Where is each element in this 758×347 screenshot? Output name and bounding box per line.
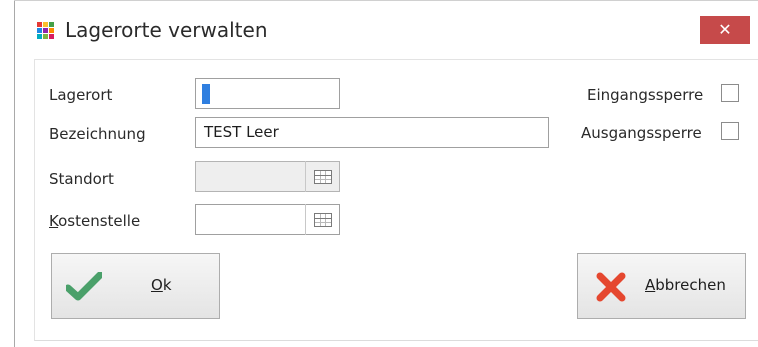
checkmark-icon — [66, 272, 102, 301]
lagerort-input[interactable] — [195, 78, 340, 109]
window-title: Lagerorte verwalten — [65, 18, 268, 42]
kostenstelle-mnemonic: K — [49, 212, 59, 230]
eingangssperre-checkbox[interactable] — [721, 84, 739, 102]
lagerort-label: Lagerort — [49, 86, 113, 104]
kostenstelle-label: Kostenstelle — [49, 212, 140, 230]
cancel-x-icon — [596, 272, 626, 302]
cancel-label-rest: bbrechen — [655, 276, 726, 294]
standort-picker-button[interactable] — [305, 161, 339, 192]
ausgangssperre-label: Ausgangssperre — [581, 124, 702, 142]
standort-label: Standort — [49, 170, 114, 188]
close-button[interactable]: ✕ — [700, 16, 750, 44]
ok-label-rest: k — [162, 276, 172, 294]
text-cursor — [202, 84, 210, 104]
ok-button-label: Ok — [151, 276, 172, 294]
bezeichnung-label: Bezeichnung — [49, 125, 146, 143]
cancel-button[interactable]: Abbrechen — [577, 253, 746, 319]
table-icon — [313, 169, 332, 184]
window-border — [14, 0, 15, 347]
app-grid-icon — [37, 22, 55, 40]
window-border-top — [14, 0, 758, 1]
cancel-mnemonic: A — [645, 276, 656, 294]
bezeichnung-value: TEST Leer — [204, 123, 279, 141]
ok-button[interactable]: Ok — [51, 253, 220, 319]
table-icon — [313, 212, 332, 227]
kostenstelle-picker-button[interactable] — [305, 204, 339, 235]
ok-mnemonic: O — [151, 276, 163, 294]
kostenstelle-label-rest: ostenstelle — [58, 212, 141, 230]
eingangssperre-label: Eingangssperre — [587, 86, 704, 104]
bezeichnung-input[interactable]: TEST Leer — [195, 117, 549, 148]
ausgangssperre-checkbox[interactable] — [721, 122, 739, 140]
cancel-button-label: Abbrechen — [645, 276, 726, 294]
